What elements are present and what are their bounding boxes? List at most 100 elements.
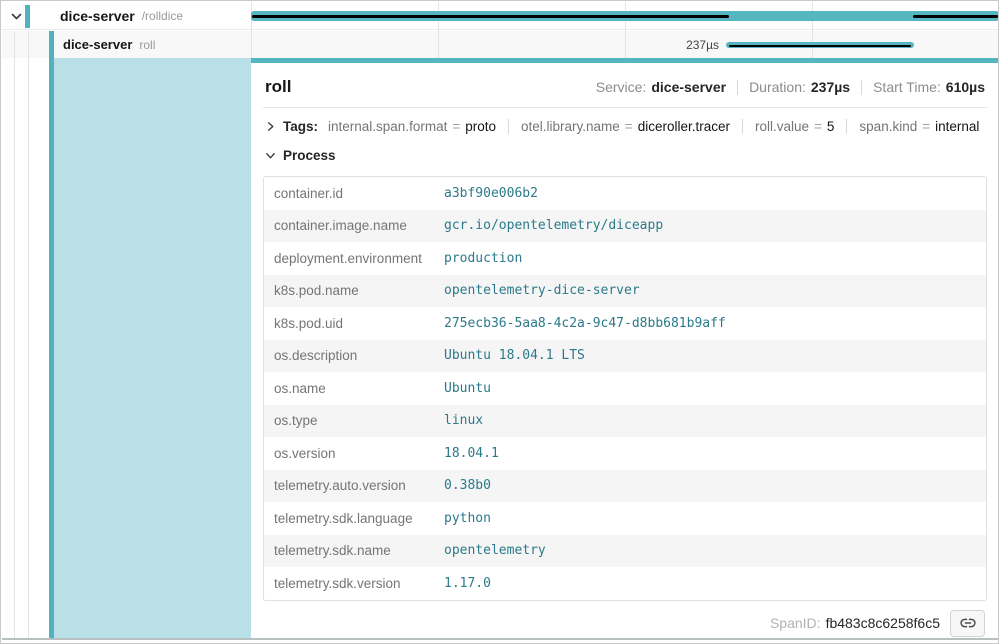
service-name: dice-server bbox=[60, 8, 135, 24]
process-key: os.type bbox=[264, 413, 444, 428]
process-key: k8s.pod.name bbox=[264, 283, 444, 298]
tree-gutter bbox=[2, 58, 49, 638]
process-accordion[interactable]: Process bbox=[263, 140, 987, 169]
critical-path-segment bbox=[729, 45, 911, 47]
process-table-row: deployment.environmentproduction bbox=[264, 242, 986, 275]
process-key: os.description bbox=[264, 348, 444, 363]
tag-key: span.kind bbox=[859, 119, 917, 134]
tag-key: roll.value bbox=[755, 119, 809, 134]
meta-separator bbox=[737, 80, 738, 95]
tag-item: otel.library.name = diceroller.tracer bbox=[521, 119, 730, 134]
process-label: Process bbox=[283, 148, 336, 163]
process-value: 0.38b0 bbox=[444, 478, 491, 493]
duration-value: 237µs bbox=[811, 79, 850, 95]
tag-separator bbox=[508, 119, 509, 134]
process-key: os.name bbox=[264, 381, 444, 396]
tag-item: span.kind = internal bbox=[859, 119, 979, 134]
service-label: Service: bbox=[596, 79, 647, 95]
critical-path-segment bbox=[252, 15, 729, 18]
span-detail-header: roll Service: dice-server Duration: 237µ… bbox=[263, 75, 987, 97]
detail-bottom-border bbox=[2, 638, 999, 640]
process-value: 1.17.0 bbox=[444, 576, 491, 591]
span-name-rolldice[interactable]: dice-server /rolldice bbox=[2, 2, 251, 30]
process-value: production bbox=[444, 251, 522, 266]
process-key: telemetry.auto.version bbox=[264, 478, 444, 493]
link-icon bbox=[959, 615, 977, 631]
process-value: a3bf90e006b2 bbox=[444, 186, 538, 201]
process-value: gcr.io/opentelemetry/diceapp bbox=[444, 218, 663, 233]
process-key: os.version bbox=[264, 446, 444, 461]
process-value: Ubuntu 18.04.1 LTS bbox=[444, 348, 585, 363]
process-table-row: os.descriptionUbuntu 18.04.1 LTS bbox=[264, 340, 986, 373]
tag-value: internal bbox=[935, 119, 979, 134]
operation-name: roll bbox=[139, 38, 155, 52]
process-key: container.id bbox=[264, 186, 444, 201]
tag-key: otel.library.name bbox=[521, 119, 620, 134]
span-title: roll bbox=[265, 77, 291, 97]
critical-path-segment bbox=[913, 15, 998, 18]
span-duration-label: 237µs bbox=[621, 38, 719, 52]
tag-item: roll.value = 5 bbox=[755, 119, 834, 134]
service-name: dice-server bbox=[63, 37, 132, 52]
process-table-row: os.nameUbuntu bbox=[264, 372, 986, 405]
tag-value: diceroller.tracer bbox=[638, 119, 730, 134]
operation-name: /rolldice bbox=[142, 9, 183, 23]
chevron-down-icon bbox=[265, 150, 276, 161]
span-name-roll[interactable]: dice-server roll bbox=[2, 31, 251, 58]
process-value: 18.04.1 bbox=[444, 446, 499, 461]
process-kv-table: container.ida3bf90e006b2container.image.… bbox=[263, 176, 987, 601]
process-table-row: os.typelinux bbox=[264, 405, 986, 438]
meta-separator bbox=[861, 80, 862, 95]
process-table-row: os.version18.04.1 bbox=[264, 437, 986, 470]
copy-link-button[interactable] bbox=[950, 610, 985, 637]
process-table-row: telemetry.sdk.nameopentelemetry bbox=[264, 535, 986, 568]
tag-key: internal.span.format bbox=[328, 119, 447, 134]
tag-separator bbox=[846, 119, 847, 134]
process-table-row: container.image.namegcr.io/opentelemetry… bbox=[264, 210, 986, 243]
jaeger-trace-view: dice-server /rolldice dice-server roll 2… bbox=[0, 0, 999, 644]
tag-value: 5 bbox=[827, 119, 835, 134]
process-key: telemetry.sdk.name bbox=[264, 543, 444, 558]
tag-separator bbox=[742, 119, 743, 134]
span-detail-footer: SpanID: fb483c8c6258f6c5 bbox=[263, 601, 987, 637]
process-table-row: container.ida3bf90e006b2 bbox=[264, 177, 986, 210]
process-value: 275ecb36-5aa8-4c2a-9c47-d8bb681b9aff bbox=[444, 316, 726, 331]
process-key: telemetry.sdk.version bbox=[264, 576, 444, 591]
process-key: deployment.environment bbox=[264, 251, 444, 266]
process-key: container.image.name bbox=[264, 218, 444, 233]
process-table-row: k8s.pod.nameopentelemetry-dice-server bbox=[264, 275, 986, 308]
process-table-row: telemetry.sdk.version1.17.0 bbox=[264, 567, 986, 600]
process-value: linux bbox=[444, 413, 483, 428]
process-value: python bbox=[444, 511, 491, 526]
indent-guide bbox=[28, 31, 29, 638]
process-table-row: telemetry.sdk.languagepython bbox=[264, 502, 986, 535]
indent-guide bbox=[14, 31, 15, 638]
chevron-right-icon bbox=[265, 121, 276, 132]
start-time-label: Start Time: bbox=[873, 79, 941, 95]
tag-equals: = bbox=[814, 119, 822, 134]
selected-span-fill bbox=[54, 58, 251, 638]
tag-equals: = bbox=[922, 119, 930, 134]
tags-list: internal.span.format = proto otel.library.n… bbox=[328, 119, 979, 134]
duration-label: Duration: bbox=[749, 79, 806, 95]
process-value: opentelemetry-dice-server bbox=[444, 283, 640, 298]
span-id-value: fb483c8c6258f6c5 bbox=[826, 615, 940, 631]
span-id-label: SpanID: bbox=[770, 615, 821, 631]
start-time-value: 610µs bbox=[946, 79, 985, 95]
tag-equals: = bbox=[452, 119, 460, 134]
process-value: Ubuntu bbox=[444, 381, 491, 396]
process-table-row: telemetry.auto.version0.38b0 bbox=[264, 470, 986, 503]
tag-value: proto bbox=[465, 119, 496, 134]
span-detail-panel: roll Service: dice-server Duration: 237µ… bbox=[251, 63, 999, 638]
span-meta: Service: dice-server Duration: 237µs Sta… bbox=[596, 79, 985, 95]
process-key: telemetry.sdk.language bbox=[264, 511, 444, 526]
collapse-chevron-down-icon[interactable] bbox=[10, 10, 24, 23]
process-key: k8s.pod.uid bbox=[264, 316, 444, 331]
tag-item: internal.span.format = proto bbox=[328, 119, 496, 134]
process-table-row: k8s.pod.uid275ecb36-5aa8-4c2a-9c47-d8bb6… bbox=[264, 307, 986, 340]
process-value: opentelemetry bbox=[444, 543, 546, 558]
service-value: dice-server bbox=[651, 79, 726, 95]
tags-accordion[interactable]: Tags: internal.span.format = proto otel.lib… bbox=[263, 108, 987, 140]
tags-label: Tags: bbox=[283, 119, 318, 134]
tag-equals: = bbox=[625, 119, 633, 134]
